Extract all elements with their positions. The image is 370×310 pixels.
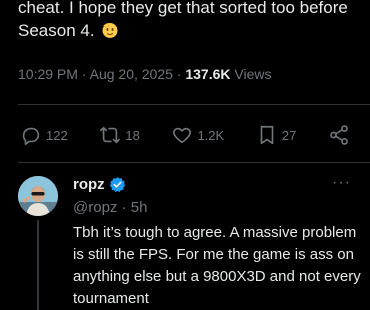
display-name[interactable]: ropz	[73, 176, 105, 193]
views-count: 137.6K	[185, 66, 231, 82]
reply-author-name[interactable]: ropz	[73, 176, 126, 193]
reply-tweet[interactable]: ropz @ropz · 5h ··· Tbh it’s tough to ag…	[0, 162, 370, 310]
like-button[interactable]: 1.2K	[171, 124, 224, 146]
reply-handle-line: @ropz · 5h	[73, 199, 147, 216]
tweet-time[interactable]: 10:29 PM	[18, 66, 78, 82]
reply-age[interactable]: 5h	[131, 199, 148, 216]
reply-text: Tbh it’s tough to agree. A massive probl…	[73, 224, 361, 307]
reply-button[interactable]: 122	[20, 124, 68, 146]
repost-button[interactable]: 18	[99, 124, 140, 146]
more-dots-icon[interactable]: ···	[332, 174, 351, 192]
thread-line	[37, 220, 39, 310]
separator-dot: ·	[81, 66, 90, 82]
heart-icon	[173, 127, 192, 144]
share-button[interactable]	[328, 124, 350, 146]
views-label: Views	[234, 66, 272, 82]
separator-dot: ·	[121, 199, 131, 216]
share-icon	[330, 125, 348, 145]
bookmark-button[interactable]: 27	[256, 124, 296, 146]
avatar-image	[18, 176, 58, 216]
verified-badge-icon	[109, 177, 125, 193]
divider	[18, 104, 370, 105]
tweet-text: cheat. I hope they get that sorted too b…	[18, 0, 363, 42]
bookmark-count: 27	[281, 127, 297, 143]
reply-count: 122	[46, 127, 68, 143]
saluting-face-emoji-icon	[102, 22, 118, 38]
tweet-text-content: cheat. I hope they get that sorted too b…	[18, 0, 348, 40]
avatar[interactable]	[18, 176, 58, 216]
reply-handle[interactable]: @ropz	[73, 199, 117, 216]
repost-count: 18	[125, 127, 140, 143]
repost-icon	[100, 126, 121, 144]
action-bar: 122 18 1.2K 27	[20, 124, 350, 146]
tweet-meta: 10:29 PM · Aug 20, 2025 · 137.6K Views	[18, 66, 272, 82]
reply-icon	[22, 127, 40, 145]
tweet-date[interactable]: Aug 20, 2025	[90, 66, 173, 82]
bookmark-icon	[260, 125, 274, 145]
like-count: 1.2K	[197, 127, 225, 143]
